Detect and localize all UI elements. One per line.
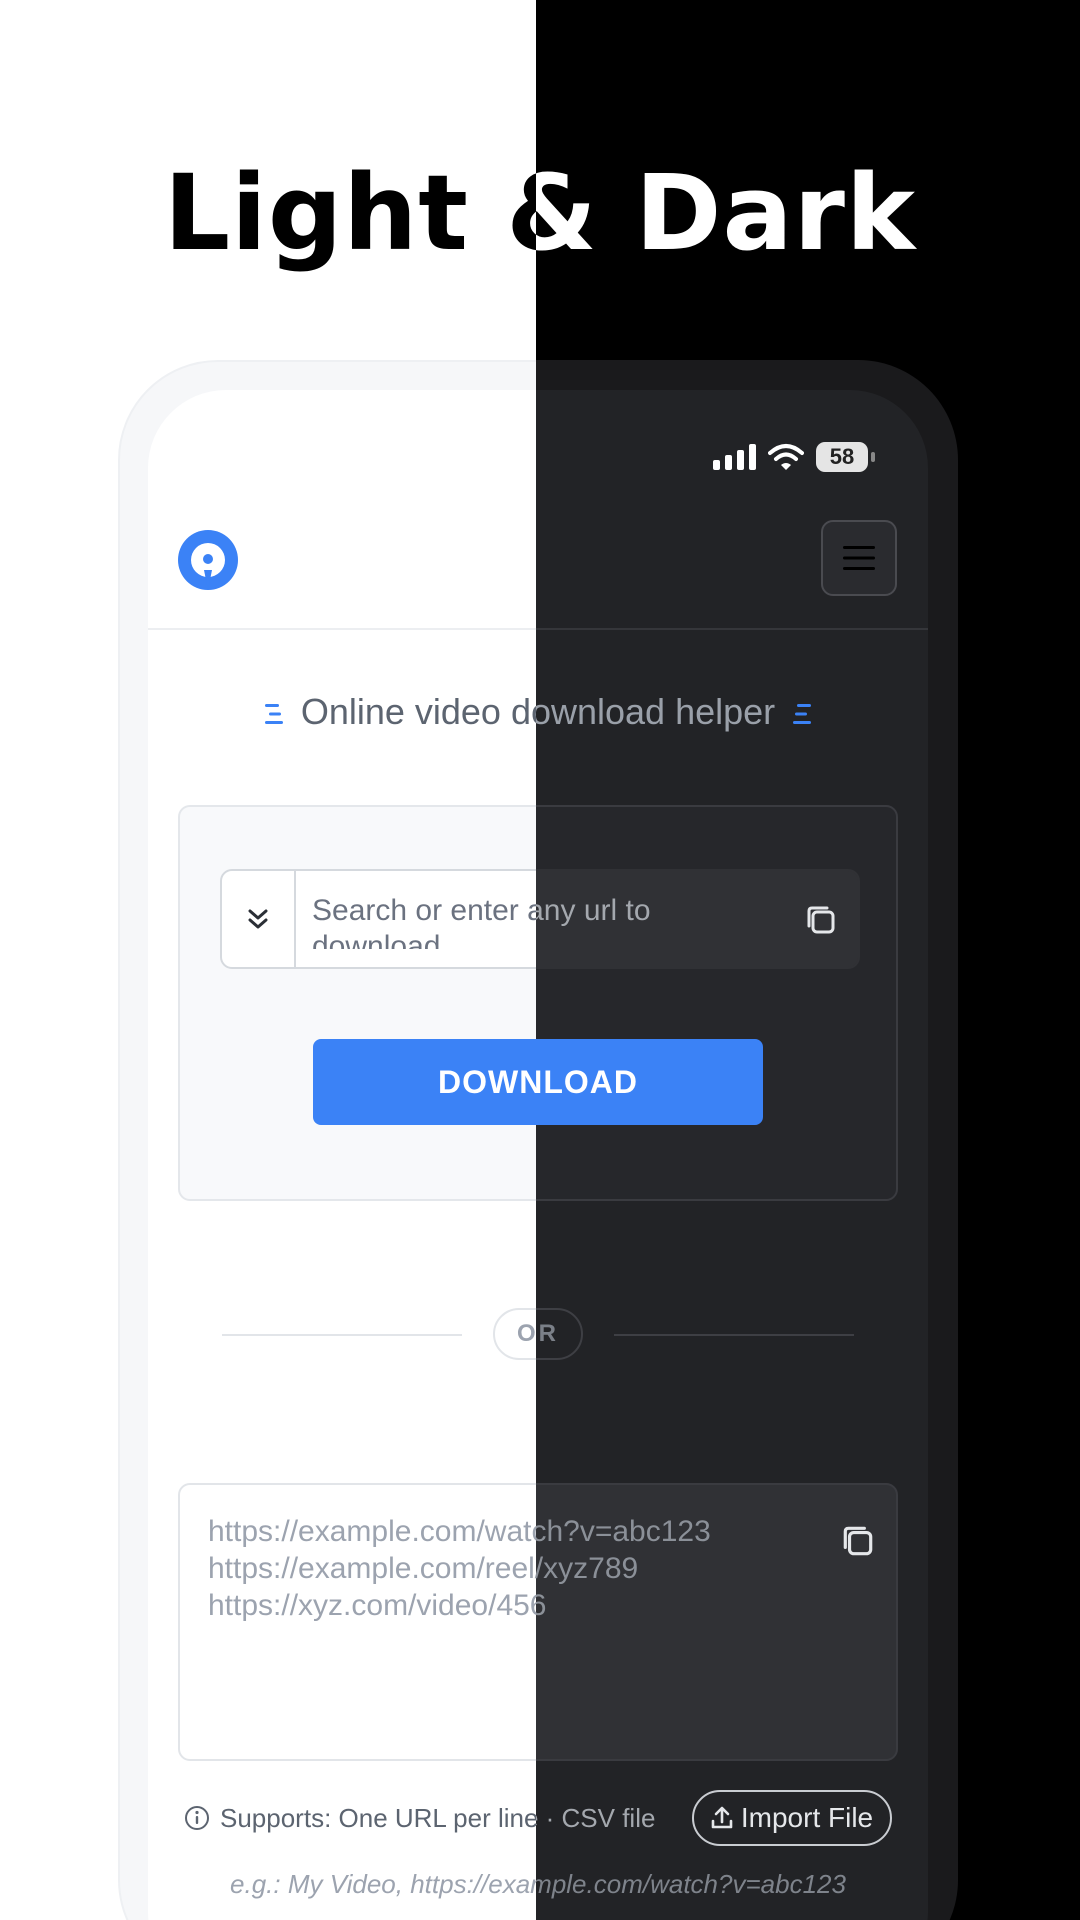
battery-icon: 58 [816, 442, 875, 472]
divider-line-right [614, 1334, 854, 1336]
example-text: e.g.: My Video, https://example.com/watc… [536, 1869, 846, 1899]
dark-mode-layer: 58 Onli [536, 0, 1080, 1920]
info-icon [185, 1806, 209, 1830]
download-card: Search or enter any url to download DOWN… [178, 805, 536, 1201]
url-example-line: https://example.com/reel/xyz789 [536, 1552, 639, 1585]
helper-title-text: Online video download helper [300, 691, 536, 732]
app-header [148, 518, 536, 630]
phone-screen: 58 Onli [536, 390, 928, 1920]
support-text: Supports: One URL per line · CSV file [220, 1803, 536, 1833]
download-card: Search or enter any url to download DOWN… [536, 805, 898, 1201]
phone-screen: 58 Onli [148, 390, 536, 1920]
paste-icon[interactable] [804, 903, 838, 937]
hamburger-icon [843, 546, 875, 570]
status-bar: 58 [713, 442, 875, 472]
import-file-button[interactable]: Import File [692, 1790, 892, 1846]
support-note: Supports: One URL per line · CSV file [536, 1798, 655, 1838]
url-example-line: https://example.com/watch?v=abc123 [208, 1515, 536, 1548]
or-divider: OR [493, 1308, 536, 1360]
bulk-url-textarea[interactable]: https://example.com/watch?v=abc123 https… [536, 1483, 898, 1761]
example-text: e.g.: My Video, https://example.com/watc… [230, 1869, 536, 1899]
divider-line-left [222, 1334, 462, 1336]
search-input[interactable]: Search or enter any url to download [312, 893, 536, 949]
app-logo-icon [178, 530, 238, 590]
wifi-icon [768, 444, 804, 470]
lines-left-icon [264, 704, 283, 725]
app-header [536, 518, 928, 630]
support-note: Supports: One URL per line · CSV file [184, 1798, 536, 1838]
helper-title: Online video download helper [536, 690, 928, 734]
double-chevron-down-icon [248, 909, 268, 929]
search-box: Search or enter any url to download [536, 869, 860, 969]
download-button[interactable]: DOWNLOAD [536, 1039, 763, 1125]
download-button[interactable]: DOWNLOAD [313, 1039, 536, 1125]
support-text: Supports: One URL per line · CSV file [536, 1803, 656, 1833]
upload-icon [711, 1806, 733, 1829]
import-file-label: Import File [740, 1802, 874, 1833]
bulk-url-textarea[interactable]: https://example.com/watch?v=abc123 https… [178, 1483, 536, 1761]
helper-title-text: Online video download helper [536, 691, 776, 732]
battery-level: 58 [829, 444, 855, 469]
search-box: Search or enter any url to download [220, 869, 536, 969]
search-placeholder: Search or enter any url to download [536, 894, 651, 927]
paste-icon[interactable] [840, 1523, 876, 1559]
url-example-line: https://example.com/watch?v=abc123 [536, 1515, 711, 1548]
expand-button[interactable] [222, 871, 296, 967]
menu-button[interactable] [821, 520, 897, 596]
search-placeholder: Search or enter any url to download [312, 894, 536, 949]
helper-title: Online video download helper [148, 690, 536, 734]
url-example-line: https://example.com/reel/xyz789 [208, 1552, 536, 1585]
signal-icon [713, 444, 756, 470]
light-mode-layer: 58 Onli [0, 0, 536, 1920]
lines-right-icon [793, 704, 812, 725]
url-example-line: https://xyz.com/video/456 [536, 1589, 547, 1622]
search-input[interactable]: Search or enter any url to download [536, 893, 782, 949]
url-example-line: https://xyz.com/video/456 [208, 1589, 536, 1622]
or-divider: OR [536, 1308, 583, 1360]
